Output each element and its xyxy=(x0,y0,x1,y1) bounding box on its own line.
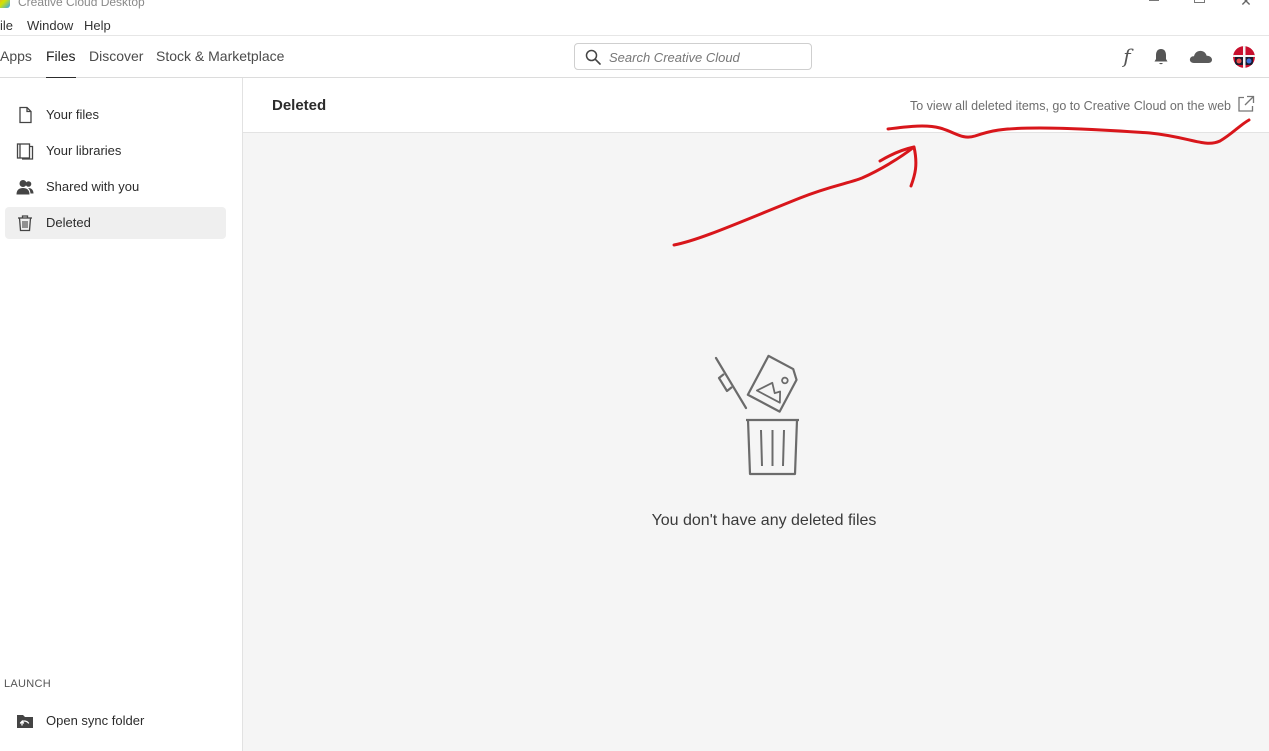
sidebar-item-label: Shared with you xyxy=(46,179,140,194)
sidebar-item-label: Your files xyxy=(46,107,99,122)
sidebar: Your files Your libraries Shared with yo… xyxy=(0,78,243,751)
close-button[interactable]: ✕ xyxy=(1236,0,1256,8)
search-icon xyxy=(585,49,601,65)
window-title: Creative Cloud Desktop xyxy=(18,0,145,9)
menu-file[interactable]: ile xyxy=(0,18,13,33)
cloud-icon[interactable] xyxy=(1188,46,1214,68)
fonts-icon[interactable]: f xyxy=(1116,46,1138,68)
maximize-button[interactable] xyxy=(1190,0,1210,8)
file-icon xyxy=(19,106,32,124)
sidebar-item-your-libraries[interactable]: Your libraries xyxy=(5,135,226,167)
tab-stock-marketplace[interactable]: Stock & Marketplace xyxy=(156,48,284,64)
launch-heading: LAUNCH xyxy=(4,678,52,690)
sidebar-item-open-sync-folder[interactable]: Open sync folder xyxy=(5,705,226,737)
page-title: Deleted xyxy=(272,97,327,114)
tab-files[interactable]: Files xyxy=(46,48,76,79)
sidebar-item-label: Open sync folder xyxy=(46,713,145,728)
folder-sync-icon xyxy=(17,715,33,728)
minimize-button[interactable] xyxy=(1145,0,1165,8)
search-box[interactable] xyxy=(574,43,812,70)
menu-help[interactable]: Help xyxy=(84,18,111,33)
empty-trash-illustration-icon xyxy=(714,354,799,476)
sidebar-item-shared-with-you[interactable]: Shared with you xyxy=(5,171,226,203)
view-on-web-link[interactable]: To view all deleted items, go to Creativ… xyxy=(910,99,1231,113)
libraries-icon xyxy=(16,143,34,160)
top-nav: Apps Files Discover Stock & Marketplace … xyxy=(0,35,1269,79)
creative-cloud-logo-icon xyxy=(0,0,10,8)
content-header: Deleted To view all deleted items, go to… xyxy=(243,78,1269,133)
tab-apps[interactable]: Apps xyxy=(0,48,32,64)
bell-icon[interactable] xyxy=(1150,46,1172,68)
search-input[interactable] xyxy=(609,47,805,67)
avatar[interactable] xyxy=(1233,46,1255,68)
empty-state-message: You don't have any deleted files xyxy=(651,512,877,529)
menu-window[interactable]: Window xyxy=(27,18,73,33)
sidebar-item-deleted[interactable]: Deleted xyxy=(5,207,226,239)
tab-discover[interactable]: Discover xyxy=(89,48,143,64)
external-link-icon[interactable] xyxy=(1237,95,1255,113)
sidebar-item-label: Deleted xyxy=(46,215,91,230)
title-bar: Creative Cloud Desktop ✕ xyxy=(0,0,1269,14)
sidebar-item-your-files[interactable]: Your files xyxy=(5,99,226,131)
menu-bar: ile Window Help xyxy=(0,15,1269,35)
trash-icon xyxy=(18,215,32,232)
people-icon xyxy=(16,180,34,195)
sidebar-item-label: Your libraries xyxy=(46,143,122,158)
main-content: Deleted To view all deleted items, go to… xyxy=(243,78,1269,751)
